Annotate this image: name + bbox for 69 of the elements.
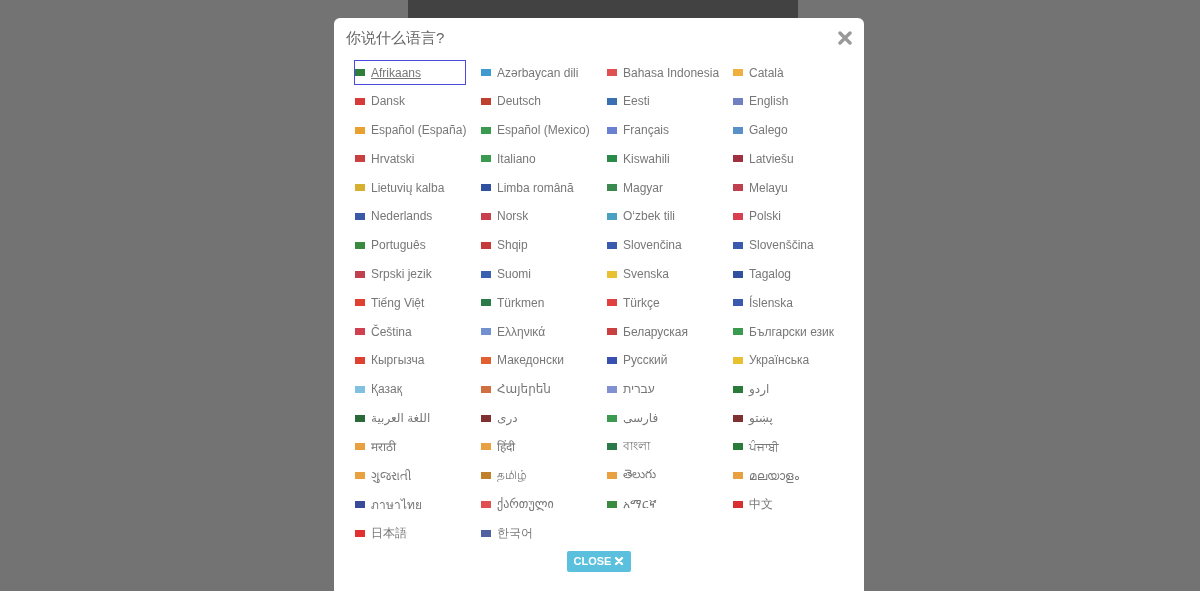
- language-link[interactable]: Latviešu: [732, 146, 844, 172]
- language-link[interactable]: Deutsch: [480, 88, 592, 114]
- language-link[interactable]: فارسی: [606, 405, 718, 431]
- language-link[interactable]: తెలుగు: [606, 463, 718, 489]
- language-link[interactable]: دری: [480, 405, 592, 431]
- language-link[interactable]: Lietuvių kalba: [354, 175, 466, 201]
- language-link[interactable]: Slovenščina: [732, 232, 844, 258]
- language-link[interactable]: 日本語: [354, 520, 466, 546]
- language-link[interactable]: Galego: [732, 117, 844, 143]
- language-link[interactable]: Ελληνικά: [480, 319, 592, 345]
- language-link[interactable]: اردو: [732, 376, 844, 402]
- language-link[interactable]: Dansk: [354, 88, 466, 114]
- language-link[interactable]: Magyar: [606, 175, 718, 201]
- language-link[interactable]: ਪੰਜਾਬੀ: [732, 434, 844, 460]
- language-link[interactable]: ქართული: [480, 491, 592, 517]
- language-link[interactable]: Srpski jezik: [354, 261, 466, 287]
- language-link[interactable]: Svenska: [606, 261, 718, 287]
- language-link[interactable]: Limba română: [480, 175, 592, 201]
- language-link[interactable]: বাংলা: [606, 434, 718, 460]
- language-link[interactable]: Қазақ: [354, 376, 466, 402]
- language-link[interactable]: Português: [354, 232, 466, 258]
- language-link[interactable]: ગુજરાતી: [354, 463, 466, 489]
- dialog-title: 你说什么语言?: [346, 28, 445, 48]
- language-link[interactable]: Nederlands: [354, 204, 466, 229]
- language-link[interactable]: Кыргызча: [354, 347, 466, 373]
- language-link[interactable]: O‘zbek tili: [606, 204, 718, 229]
- language-link[interactable]: Shqip: [480, 232, 592, 258]
- language-link[interactable]: Slovenčina: [606, 232, 718, 258]
- language-link[interactable]: Afrikaans: [354, 60, 466, 85]
- language-link[interactable]: Македонски: [480, 347, 592, 373]
- language-link[interactable]: اللغة العربية: [354, 405, 466, 431]
- language-link[interactable]: Español (Mexico): [480, 117, 592, 143]
- language-link[interactable]: Norsk: [480, 204, 592, 229]
- language-link[interactable]: Eesti: [606, 88, 718, 114]
- language-link[interactable]: Suomi: [480, 261, 592, 287]
- language-link[interactable]: Беларуская: [606, 319, 718, 345]
- language-link[interactable]: മലയാളം: [732, 463, 844, 489]
- language-link[interactable]: Tiếng Việt: [354, 290, 466, 316]
- language-link[interactable]: Türkçe: [606, 290, 718, 316]
- language-link[interactable]: Melayu: [732, 175, 844, 201]
- language-link[interactable]: 한국어: [480, 520, 592, 546]
- language-link[interactable]: 中文: [732, 491, 844, 517]
- language-link[interactable]: Français: [606, 117, 718, 143]
- language-link[interactable]: मराठी: [354, 434, 466, 460]
- language-link[interactable]: हिंदी: [480, 434, 592, 460]
- language-link[interactable]: Tagalog: [732, 261, 844, 287]
- language-link[interactable]: Azərbaycan dili: [480, 60, 592, 85]
- language-link[interactable]: Català: [732, 60, 844, 85]
- language-link[interactable]: Русский: [606, 347, 718, 373]
- language-link[interactable]: Íslenska: [732, 290, 844, 316]
- language-link[interactable]: Kiswahili: [606, 146, 718, 172]
- close-icon[interactable]: [838, 31, 852, 45]
- language-link[interactable]: தமிழ்: [480, 463, 592, 489]
- language-link[interactable]: Հայերեն: [480, 376, 592, 402]
- language-link[interactable]: English: [732, 88, 844, 114]
- language-link[interactable]: Italiano: [480, 146, 592, 172]
- language-link[interactable]: Español (España): [354, 117, 466, 143]
- close-icon: [614, 556, 625, 567]
- language-link[interactable]: ภาษาไทย: [354, 491, 466, 517]
- language-link[interactable]: Български език: [732, 319, 844, 345]
- language-link[interactable]: Українська: [732, 347, 844, 373]
- language-link[interactable]: עברית: [606, 376, 718, 402]
- language-link[interactable]: پښتو: [732, 405, 844, 431]
- language-link[interactable]: Hrvatski: [354, 146, 466, 172]
- language-link[interactable]: Čeština: [354, 319, 466, 345]
- language-link[interactable]: Bahasa Indonesia: [606, 60, 718, 85]
- language-link[interactable]: Polski: [732, 204, 844, 229]
- language-link[interactable]: Türkmen: [480, 290, 592, 316]
- language-link[interactable]: አማርኛ: [606, 491, 718, 517]
